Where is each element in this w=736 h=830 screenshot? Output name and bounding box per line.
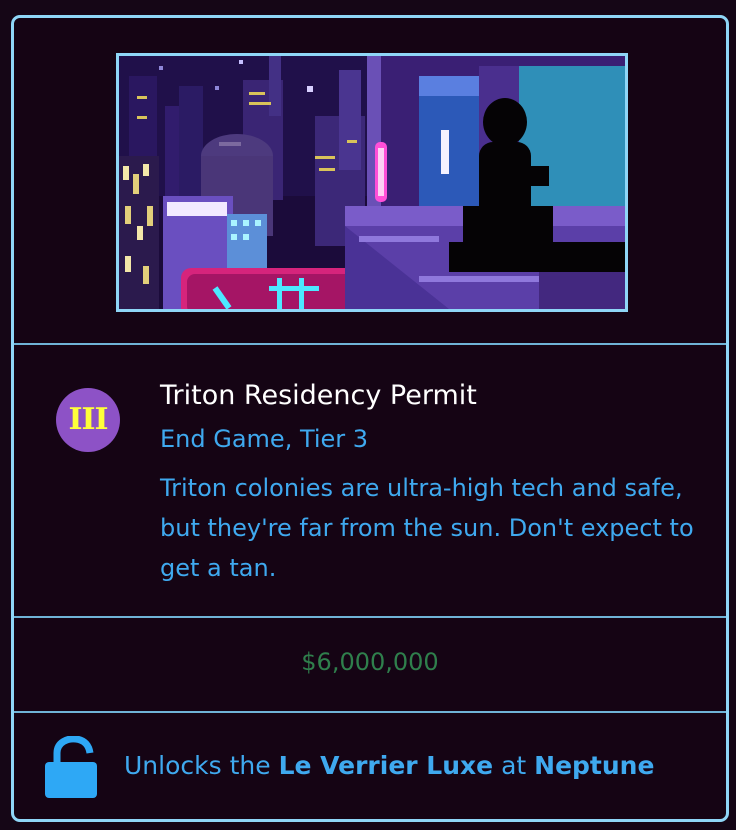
unlock-location: Neptune [534, 751, 655, 780]
tier-badge-label: III [68, 401, 108, 437]
tier-badge: III [56, 388, 120, 452]
divider-top [14, 343, 726, 345]
item-description: Triton colonies are ultra-high tech and … [160, 474, 694, 582]
item-title: Triton Residency Permit [160, 380, 477, 411]
item-price: $6,000,000 [301, 648, 439, 676]
pixel-art-cityscape [119, 56, 625, 309]
unlocked-padlock-icon [45, 736, 97, 798]
item-tier: End Game, Tier 3 [160, 425, 369, 453]
unlock-prefix: Unlocks the [124, 751, 279, 780]
divider-middle [14, 616, 726, 618]
item-card: III Triton Residency Permit End Game, Ti… [11, 15, 729, 822]
divider-bottom [14, 711, 726, 713]
unlock-description: Unlocks the Le Verrier Luxe at Neptune [124, 751, 654, 780]
item-illustration [116, 53, 628, 312]
unlock-middle: at [493, 751, 535, 780]
unlock-ship-name: Le Verrier Luxe [278, 751, 494, 780]
